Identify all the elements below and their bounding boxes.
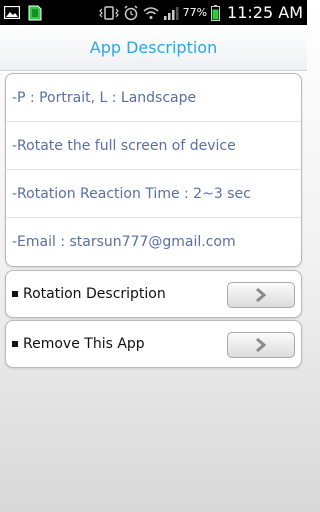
title-bar: App Description [0,25,307,71]
remove-app-row[interactable]: Remove This App [5,320,302,368]
signal-icon [163,6,179,20]
description-item-reaction-time: -Rotation Reaction Time : 2~3 sec [6,170,301,218]
chevron-right-icon [255,288,267,302]
description-item-email: -Email : starsun777@gmail.com [12,234,236,250]
bullet-icon [12,291,18,297]
clock: 11:25 AM [227,3,303,22]
chevron-right-icon [255,338,267,352]
remove-app-label: Remove This App [23,336,145,352]
wifi-icon [143,6,159,20]
rotation-description-label: Rotation Description [23,286,166,302]
sd-card-icon [28,5,42,21]
description-item-orientation: -P : Portrait, L : Landscape [6,74,301,122]
vibrate-icon [98,5,119,20]
alarm-icon [123,4,139,21]
gallery-icon [4,6,20,19]
bullet-icon [12,341,18,347]
remove-app-button[interactable] [227,332,295,358]
description-item-rotate: -Rotate the full screen of device [6,122,301,170]
battery-icon [211,4,221,21]
page-title: App Description [89,38,218,57]
rotation-description-button[interactable] [227,282,295,308]
status-bar: 77% 11:25 AM [0,0,307,25]
battery-percent: 77% [182,6,208,19]
description-card: -P : Portrait, L : Landscape -Rotate the… [5,73,302,267]
rotation-description-row[interactable]: Rotation Description [5,270,302,318]
